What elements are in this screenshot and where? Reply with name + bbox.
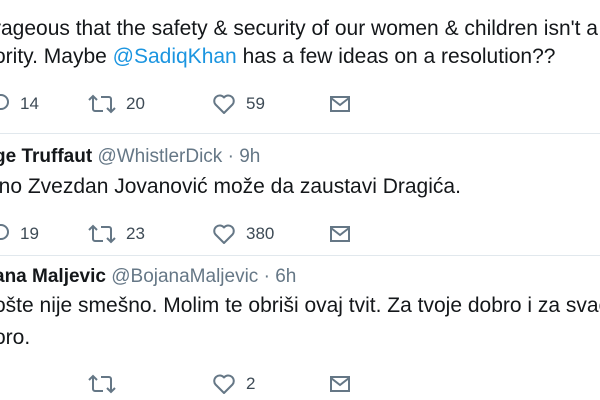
retweet-button[interactable]: 20 [88,92,145,116]
author-handle[interactable]: @BojanaMaljevic [111,266,258,287]
retweet-button[interactable]: 23 [88,222,145,246]
separator: · [263,266,270,287]
tweet-1-text-span: ority. Maybe [0,45,113,68]
tweet-2-actions: 19 23 380 [0,222,600,246]
tweet-timeline: rageous that the safety & security of ou… [0,0,600,400]
tweet-1[interactable]: rageous that the safety & security of ou… [0,0,600,125]
like-button[interactable]: 2 [212,372,255,396]
reply-count: 14 [20,94,39,113]
reply-icon [0,224,9,240]
heart-icon [213,374,235,394]
tweet-3-actions: 2 [0,372,600,396]
direct-message-button[interactable] [329,372,351,396]
tweet-1-actions: 14 20 59 [0,92,600,116]
separator: · [227,146,234,167]
envelope-icon [330,226,350,242]
author-name[interactable]: ge Truffaut [0,146,92,167]
like-count: 380 [246,224,275,243]
reply-icon [0,94,9,110]
tweet-1-text-line-2: ority. Maybe @SadiqKhan has a few ideas … [0,42,555,71]
reply-button[interactable]: 19 [0,222,39,246]
tweet-1-text-line-1-part: rageous that the safety & security of ou… [0,17,598,40]
direct-message-button[interactable] [329,222,351,246]
retweet-icon [88,224,116,244]
heart-icon [213,224,235,244]
author-name[interactable]: ana Maljevic [0,266,106,287]
reply-button[interactable]: 14 [0,92,39,116]
author-handle[interactable]: @WhistlerDick [97,146,222,167]
tweet-2-text: ino Zvezdan Jovanović može da zaustavi D… [0,175,461,198]
mention-sadiqkhan[interactable]: @SadiqKhan [113,45,237,68]
tweet-3-text-line-1: ošte nije smešno. Molim te obriši ovaj t… [0,294,600,317]
envelope-icon [330,376,350,392]
tweet-2-header: ge Truffaut @WhistlerDick · 9h [0,146,260,168]
like-count: 59 [246,94,265,113]
tweet-2[interactable]: ge Truffaut @WhistlerDick · 9h ino Zvezd… [0,134,600,255]
retweet-count: 20 [126,94,145,113]
timestamp[interactable]: 6h [275,266,296,287]
like-count: 2 [246,374,256,393]
envelope-icon [330,96,350,112]
like-button[interactable]: 380 [212,222,274,246]
like-button[interactable]: 59 [212,92,265,116]
heart-icon [213,94,235,114]
direct-message-button[interactable] [329,92,351,116]
retweet-count: 23 [126,224,145,243]
retweet-button[interactable] [88,372,116,396]
reply-count: 19 [20,224,39,243]
timestamp[interactable]: 9h [239,146,260,167]
tweet-3-text-line-2: oro. [0,326,31,349]
tweet-3-header: ana Maljevic @BojanaMaljevic · 6h [0,266,296,288]
tweet-1-text-line-1: rageous that the safety & security of ou… [0,14,598,43]
tweet-3[interactable]: ana Maljevic @BojanaMaljevic · 6h ošte n… [0,256,600,400]
retweet-icon [88,374,116,394]
retweet-icon [88,94,116,114]
tweet-1-text-span: has a few ideas on a resolution?? [236,45,556,68]
